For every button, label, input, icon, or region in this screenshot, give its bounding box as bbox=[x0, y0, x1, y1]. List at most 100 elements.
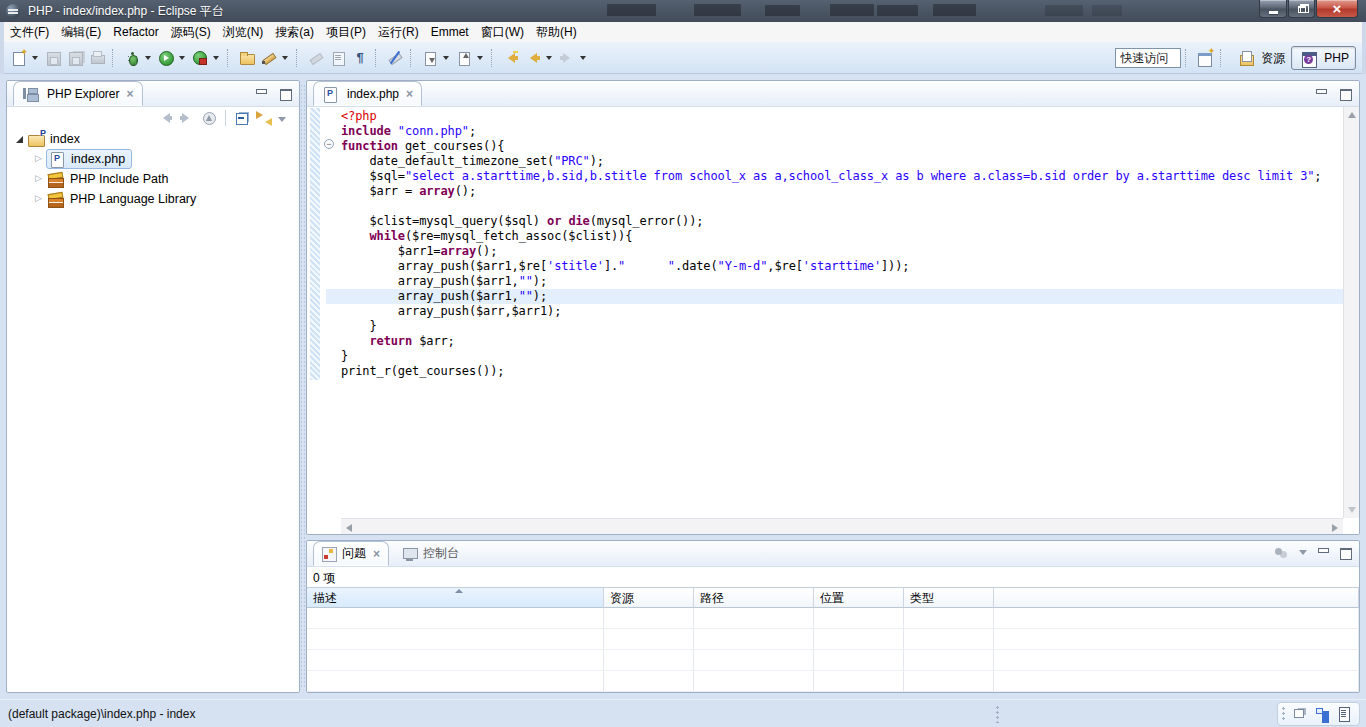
minimize-problems-icon[interactable] bbox=[1317, 548, 1329, 558]
dropdown-arrow-icon[interactable] bbox=[546, 56, 552, 63]
code-line[interactable]: while($re=mysql_fetch_assoc($clist)){ bbox=[307, 229, 1343, 244]
collapsed-arrow-icon[interactable] bbox=[35, 154, 46, 165]
code-editor[interactable]: <?phpinclude "conn.php";function get_cou… bbox=[307, 107, 1359, 534]
php-perspective-button[interactable]: PHP bbox=[1291, 46, 1356, 70]
view-menu-icon[interactable] bbox=[1299, 550, 1307, 559]
print-icon[interactable] bbox=[89, 50, 105, 66]
code-line[interactable]: include "conn.php"; bbox=[307, 124, 1343, 139]
code-line[interactable]: print_r(get_courses()); bbox=[307, 364, 1343, 379]
code-line[interactable]: } bbox=[307, 319, 1343, 334]
resource-perspective-button[interactable]: 资源 bbox=[1229, 46, 1291, 70]
menu-item[interactable]: 帮助(H) bbox=[530, 22, 583, 42]
code-line[interactable]: $arr1=array(); bbox=[307, 244, 1343, 259]
code-line[interactable]: array_push($arr,$arr1); bbox=[307, 304, 1343, 319]
code-line[interactable]: } bbox=[307, 349, 1343, 364]
dropdown-arrow-icon[interactable] bbox=[282, 56, 288, 63]
menu-item[interactable]: 运行(R) bbox=[372, 22, 425, 42]
maximize-problems-icon[interactable] bbox=[1339, 548, 1351, 558]
menu-item[interactable]: 文件(F) bbox=[4, 22, 55, 42]
maximize-view-icon[interactable] bbox=[279, 89, 291, 99]
restore-button[interactable] bbox=[1288, 0, 1315, 18]
expanded-arrow-icon[interactable] bbox=[15, 134, 26, 145]
fold-collapse-icon[interactable]: − bbox=[324, 139, 334, 149]
trim-grip[interactable] bbox=[1282, 706, 1285, 722]
run-icon[interactable] bbox=[158, 50, 174, 66]
close-problems-tab-icon[interactable]: × bbox=[373, 549, 380, 559]
toggle-mark-occurrences-icon[interactable] bbox=[387, 50, 403, 66]
column-header[interactable]: 路径 bbox=[694, 588, 814, 608]
statusbar-grip[interactable] bbox=[996, 705, 999, 723]
back-icon[interactable] bbox=[157, 110, 173, 126]
menu-item[interactable]: 源码(S) bbox=[165, 22, 217, 42]
new-wizard-icon[interactable] bbox=[11, 50, 27, 66]
dropdown-arrow-icon[interactable] bbox=[145, 56, 151, 63]
menu-item[interactable]: 搜索(a) bbox=[269, 22, 320, 42]
open-perspective-icon[interactable] bbox=[1197, 50, 1213, 66]
menu-item[interactable]: Refactor bbox=[107, 22, 164, 42]
code-line[interactable]: array_push($arr1,""); bbox=[307, 274, 1343, 289]
dropdown-arrow-icon[interactable] bbox=[443, 56, 449, 63]
menu-item[interactable]: 浏览(N) bbox=[217, 22, 270, 42]
highlight-pen-icon[interactable] bbox=[261, 50, 277, 66]
back-icon[interactable] bbox=[525, 50, 541, 66]
code-line[interactable]: function get_courses(){ bbox=[307, 139, 1343, 154]
up-icon[interactable] bbox=[201, 110, 217, 126]
eclipse-logo-icon[interactable] bbox=[6, 4, 20, 18]
minimize-button[interactable] bbox=[1259, 0, 1287, 18]
dropdown-arrow-icon[interactable] bbox=[580, 56, 586, 63]
dropdown-arrow-icon[interactable] bbox=[477, 56, 483, 63]
column-header[interactable]: 描述 bbox=[307, 588, 604, 608]
forward-icon[interactable] bbox=[559, 50, 575, 66]
close-button[interactable]: × bbox=[1316, 0, 1358, 18]
code-line[interactable]: array_push($arr1,$re['stitle']." ".date(… bbox=[307, 259, 1343, 274]
restore-trim-icon[interactable] bbox=[1293, 707, 1307, 721]
log-trim-icon[interactable] bbox=[1337, 707, 1351, 721]
outline-trim-icon[interactable] bbox=[1315, 707, 1329, 721]
code-line[interactable]: $clist=mysql_query($sql) or die(mysql_er… bbox=[307, 214, 1343, 229]
tree-item[interactable]: PHP Include Path bbox=[7, 169, 299, 189]
dropdown-arrow-icon[interactable] bbox=[213, 56, 219, 63]
titlebar[interactable]: PHP - index/index.php - Eclipse 平台 × bbox=[0, 0, 1366, 22]
open-type-icon[interactable] bbox=[239, 50, 255, 66]
column-header[interactable]: 位置 bbox=[814, 588, 904, 608]
editor-vertical-scrollbar[interactable] bbox=[1343, 107, 1359, 518]
filter-icon[interactable] bbox=[1273, 546, 1289, 560]
debug-icon[interactable] bbox=[124, 50, 140, 66]
minimize-view-icon[interactable] bbox=[255, 89, 267, 99]
collapsed-arrow-icon[interactable] bbox=[35, 174, 46, 185]
php-explorer-tab[interactable]: PHP Explorer × bbox=[13, 81, 143, 106]
tree-item[interactable]: index bbox=[7, 129, 299, 149]
quick-access-input[interactable] bbox=[1115, 48, 1181, 68]
editor-horizontal-scrollbar[interactable] bbox=[341, 518, 1343, 534]
save-icon[interactable] bbox=[45, 50, 61, 66]
collapsed-arrow-icon[interactable] bbox=[35, 194, 46, 205]
close-editor-tab-icon[interactable]: × bbox=[406, 89, 413, 99]
column-header[interactable]: 资源 bbox=[604, 588, 694, 608]
problems-tab[interactable]: 问题 × bbox=[313, 541, 389, 566]
next-annotation-icon[interactable] bbox=[422, 50, 438, 66]
code-line[interactable]: return $arr; bbox=[307, 334, 1343, 349]
show-source-icon[interactable] bbox=[330, 50, 346, 66]
link-editor-icon[interactable] bbox=[256, 110, 272, 126]
tree-item[interactable]: index.php bbox=[7, 149, 299, 169]
dropdown-arrow-icon[interactable] bbox=[179, 56, 185, 63]
menu-item[interactable]: Emmet bbox=[425, 22, 475, 42]
show-whitespace-icon[interactable]: ¶ bbox=[352, 50, 368, 66]
tree-item[interactable]: PHP Language Library bbox=[7, 189, 299, 209]
menu-item[interactable]: 窗口(W) bbox=[475, 22, 530, 42]
maximize-editor-icon[interactable] bbox=[1339, 89, 1351, 99]
format-icon[interactable] bbox=[308, 50, 324, 66]
column-header[interactable]: 类型 bbox=[904, 588, 994, 608]
code-line[interactable]: $arr = array(); bbox=[307, 184, 1343, 199]
editor-tab-index-php[interactable]: index.php × bbox=[313, 81, 422, 106]
close-tab-icon[interactable]: × bbox=[126, 89, 133, 99]
save-all-icon[interactable] bbox=[67, 50, 83, 66]
minimize-editor-icon[interactable] bbox=[1315, 89, 1327, 99]
menu-item[interactable]: 编辑(E) bbox=[55, 22, 107, 42]
menu-item[interactable]: 项目(P) bbox=[320, 22, 372, 42]
forward-icon[interactable] bbox=[179, 110, 195, 126]
code-line[interactable]: $sql="select a.starttime,b.sid,b.stitle … bbox=[307, 169, 1343, 184]
last-edit-location-icon[interactable] bbox=[503, 50, 519, 66]
code-line[interactable]: array_push($arr1,""); bbox=[307, 289, 1343, 304]
code-line[interactable] bbox=[307, 199, 1343, 214]
